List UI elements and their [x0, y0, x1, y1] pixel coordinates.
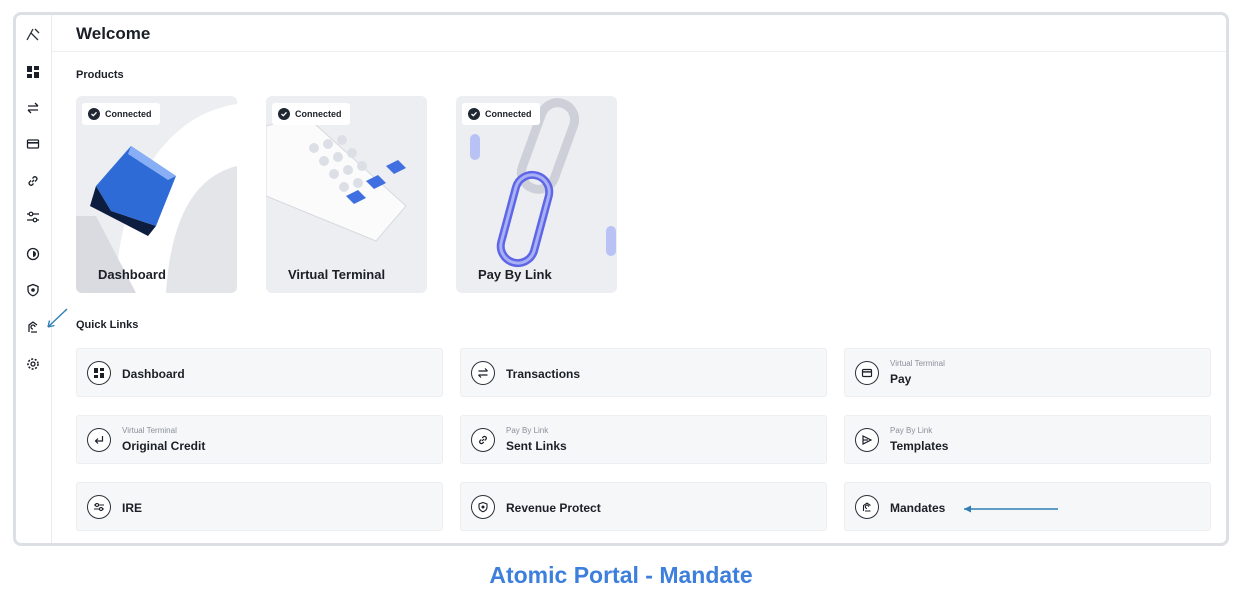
quick-link-revenue-protect[interactable]: Revenue Protect: [460, 482, 827, 531]
sidebar-item-dashboard[interactable]: [24, 63, 42, 81]
sidebar-item-settings[interactable]: [24, 355, 42, 373]
product-card-pay-by-link[interactable]: Connected Pay By Link: [456, 96, 617, 293]
quick-link-title: Sent Links: [506, 439, 567, 453]
sliders-icon: [27, 211, 39, 223]
template-icon: [855, 428, 879, 452]
sidebar: [16, 15, 52, 543]
quick-link-pay[interactable]: Virtual Terminal Pay: [844, 348, 1211, 397]
quick-link-subtitle: Virtual Terminal: [890, 359, 945, 368]
sidebar-item-transactions[interactable]: [24, 99, 42, 117]
chain-link-illustration: [470, 98, 616, 268]
product-card-virtual-terminal[interactable]: Connected Virtual Terminal: [266, 96, 427, 293]
image-caption: Atomic Portal - Mandate: [489, 562, 753, 588]
quick-link-original-credit[interactable]: Virtual Terminal Original Credit: [76, 415, 443, 464]
return-icon: [87, 428, 111, 452]
quick-link-dashboard[interactable]: Dashboard: [76, 348, 443, 397]
connected-badge: Connected: [82, 103, 160, 125]
sidebar-item-virtual-terminal[interactable]: [24, 135, 42, 153]
product-card-title: Pay By Link: [478, 267, 552, 282]
terminal-illustration: [266, 115, 407, 242]
check-circle-icon: [278, 108, 290, 120]
quick-link-subtitle: Pay By Link: [890, 426, 933, 435]
page-title: Welcome: [76, 24, 151, 43]
shield-icon: [27, 283, 39, 297]
link-icon: [28, 176, 38, 186]
annotation-arrow-sidebar: [47, 308, 68, 328]
quick-links-heading: Quick Links: [76, 319, 139, 331]
quick-link-title: Transactions: [506, 367, 581, 381]
sidebar-item-mandates[interactable]: [24, 318, 42, 336]
quick-link-title: IRE: [122, 501, 143, 515]
quick-link-subtitle: Virtual Terminal: [122, 426, 177, 435]
product-card-title: Virtual Terminal: [288, 267, 386, 282]
page-header: Welcome: [52, 15, 1226, 52]
transactions-icon: [27, 102, 39, 114]
product-card-dashboard[interactable]: Connected Dashboard: [76, 96, 237, 293]
transactions-icon: [471, 361, 495, 385]
quick-link-subtitle: Pay By Link: [506, 426, 549, 435]
mandates-icon: [28, 321, 38, 333]
sidebar-item-revenue-protect[interactable]: [24, 281, 42, 299]
shield-icon: [471, 495, 495, 519]
dashboard-icon: [87, 361, 111, 385]
product-card-title: Dashboard: [98, 267, 166, 282]
sidebar-item-ire[interactable]: [24, 208, 42, 226]
quick-link-title: Mandates: [890, 501, 946, 515]
products-heading: Products: [76, 69, 124, 81]
portal-window: Welcome Products Connected Dashboard Con…: [13, 12, 1229, 546]
check-circle-icon: [468, 108, 480, 120]
badge-label: Connected: [485, 109, 532, 119]
dashboard-illustration: [76, 104, 237, 293]
quick-link-title: Dashboard: [122, 367, 185, 381]
quick-link-transactions[interactable]: Transactions: [460, 348, 827, 397]
connected-badge: Connected: [272, 103, 350, 125]
sliders-icon: [87, 495, 111, 519]
card-icon: [855, 361, 879, 385]
mandates-icon: [855, 495, 879, 519]
quick-link-title: Revenue Protect: [506, 501, 601, 515]
check-circle-icon: [88, 108, 100, 120]
gear-icon: [27, 358, 39, 370]
badge-label: Connected: [295, 109, 342, 119]
atomic-logo-icon[interactable]: [24, 25, 42, 43]
connected-badge: Connected: [462, 103, 540, 125]
quick-link-title: Original Credit: [122, 439, 206, 453]
sidebar-item-globe[interactable]: [24, 245, 42, 263]
quick-link-title: Templates: [890, 439, 949, 453]
quick-link-title: Pay: [890, 372, 912, 386]
sidebar-item-pay-by-link[interactable]: [24, 172, 42, 190]
dashboard-icon: [27, 66, 39, 78]
globe-icon: [26, 247, 40, 261]
link-icon: [471, 428, 495, 452]
badge-label: Connected: [105, 109, 152, 119]
quick-link-ire[interactable]: IRE: [76, 482, 443, 531]
annotation-arrow-mandates: [964, 505, 1058, 513]
card-icon: [26, 139, 40, 149]
quick-link-templates[interactable]: Pay By Link Templates: [844, 415, 1211, 464]
quick-link-sent-links[interactable]: Pay By Link Sent Links: [460, 415, 827, 464]
